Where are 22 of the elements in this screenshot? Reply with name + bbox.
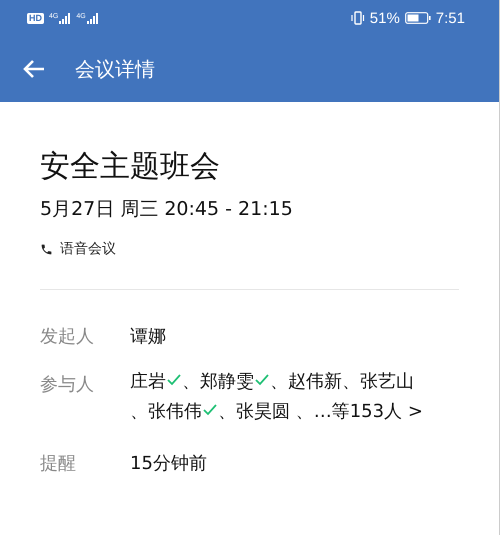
battery-percent: 51%	[370, 10, 400, 26]
vibrate-icon	[350, 11, 365, 25]
screen-title: 会议详情	[75, 56, 155, 82]
meeting-time: 5月27日 周三 20:45 - 21:15	[40, 197, 294, 222]
battery-icon	[404, 12, 431, 24]
hd-indicator: HD	[27, 12, 44, 24]
participants-label: 参与人	[40, 373, 95, 397]
meeting-title: 安全主题班会	[40, 148, 221, 186]
participant-name: 、张艺山	[342, 371, 414, 392]
participant-name: 庄岩	[130, 371, 166, 392]
phone-icon	[40, 242, 53, 256]
participant-name: 、张昊圆	[218, 401, 290, 422]
meeting-type: 语音会议	[60, 240, 116, 258]
reminder-label: 提醒	[40, 452, 77, 475]
clock: 7:51	[436, 10, 465, 26]
reminder-value: 15分钟前	[130, 452, 207, 475]
organizer-name: 谭娜	[130, 325, 166, 348]
participant-name: 、张伟伟	[130, 401, 202, 422]
participant-name: 、郑静雯	[182, 371, 254, 392]
organizer-label: 发起人	[40, 325, 95, 348]
more-participants-link[interactable]: 、…等153人 >	[296, 397, 423, 427]
participant-name: 、赵伟新	[270, 371, 342, 392]
